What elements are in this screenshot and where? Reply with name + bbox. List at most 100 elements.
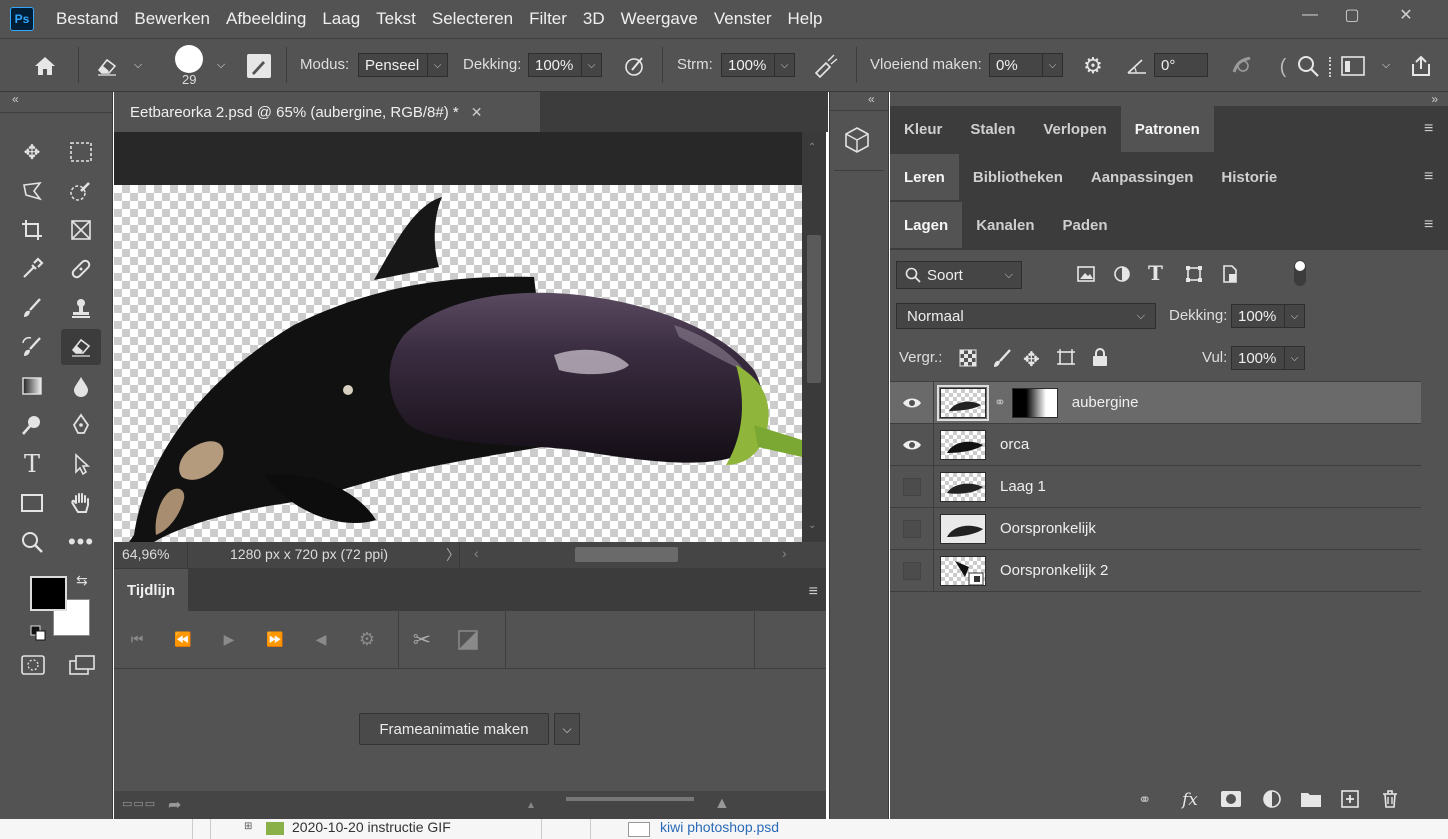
- create-frame-animation-button[interactable]: Frameanimatie maken: [359, 713, 549, 745]
- hand-tool-icon[interactable]: [61, 485, 101, 521]
- tab-lagen[interactable]: Lagen: [890, 202, 963, 248]
- zoom-in-mountain-icon[interactable]: ▲: [714, 795, 730, 813]
- audio-icon[interactable]: ◀: [298, 611, 344, 669]
- eyedropper-icon[interactable]: [12, 251, 52, 287]
- chevron-up-icon[interactable]: ⌃: [808, 142, 816, 153]
- menu-laag[interactable]: Laag: [314, 0, 368, 38]
- quick-mask-icon[interactable]: [20, 654, 46, 679]
- menu-bestand[interactable]: Bestand: [48, 0, 126, 38]
- chevron-down-icon[interactable]: ⌵: [554, 713, 580, 745]
- swap-colors-icon[interactable]: ⇆: [76, 572, 88, 589]
- lock-artboard-icon[interactable]: [1055, 347, 1077, 372]
- dekking-input[interactable]: 100% ⌵: [528, 53, 602, 77]
- rectangle-tool-icon[interactable]: [12, 485, 52, 521]
- collapse-dock-icon[interactable]: »: [1431, 92, 1438, 106]
- new-group-icon[interactable]: [1300, 790, 1322, 811]
- quick-selection-icon[interactable]: [61, 173, 101, 209]
- render-arrow-icon[interactable]: ➦: [168, 795, 181, 815]
- tab-patronen[interactable]: Patronen: [1120, 106, 1214, 152]
- menu-tekst[interactable]: Tekst: [368, 0, 424, 38]
- tab-historie[interactable]: Historie: [1207, 154, 1291, 200]
- frame-tool-icon[interactable]: [61, 212, 101, 248]
- stamp-tool-icon[interactable]: [61, 290, 101, 326]
- share-icon[interactable]: [1406, 51, 1436, 81]
- filter-pixel-icon[interactable]: [1076, 264, 1096, 287]
- layer-dekking-input[interactable]: 100% ⌵: [1231, 304, 1305, 328]
- marquee-tool-icon[interactable]: [61, 134, 101, 170]
- blend-mode-select[interactable]: Normaal ⌵: [896, 303, 1156, 329]
- timeline-settings-icon[interactable]: ⚙: [344, 611, 390, 669]
- home-icon[interactable]: [30, 51, 60, 81]
- panel-menu-icon[interactable]: ≡: [809, 583, 818, 601]
- eye-icon[interactable]: [890, 423, 934, 466]
- layer-filter-select[interactable]: Soort ⌵: [896, 261, 1022, 289]
- gear-icon[interactable]: ⚙: [1078, 51, 1108, 81]
- filter-toggle[interactable]: [1294, 260, 1306, 286]
- timeline-zoom-slider[interactable]: [566, 797, 694, 801]
- menu-help[interactable]: Help: [780, 0, 831, 38]
- visibility-toggle[interactable]: [890, 549, 934, 592]
- modus-select[interactable]: Penseel ⌵: [358, 53, 448, 77]
- menu-venster[interactable]: Venster: [706, 0, 780, 38]
- layer-thumbnail[interactable]: [940, 513, 986, 544]
- lasso-tool-icon[interactable]: [12, 173, 52, 209]
- lock-all-icon[interactable]: [1091, 347, 1109, 370]
- file-item[interactable]: kiwi photoshop.psd: [660, 819, 779, 835]
- close-icon[interactable]: ✕: [1385, 2, 1427, 28]
- brush-settings-icon[interactable]: [245, 52, 273, 80]
- brush-preview[interactable]: [175, 45, 203, 73]
- zoom-out-mountain-icon[interactable]: ▲: [526, 800, 536, 811]
- minimize-icon[interactable]: —: [1289, 2, 1331, 28]
- chevron-down-icon[interactable]: ⌵: [1378, 57, 1394, 73]
- layer-row-orca[interactable]: orca: [890, 423, 1421, 466]
- layer-thumbnail[interactable]: [937, 384, 989, 421]
- expand-tree-icon[interactable]: ⊞: [244, 821, 252, 832]
- convert-frames-icon[interactable]: ▭▭▭: [122, 797, 156, 810]
- tab-aanpassingen[interactable]: Aanpassingen: [1077, 154, 1208, 200]
- collapse-toolbar-icon[interactable]: «: [12, 92, 19, 106]
- filter-shape-icon[interactable]: [1184, 264, 1204, 287]
- 3d-panel-icon[interactable]: [844, 126, 870, 159]
- menu-filter[interactable]: Filter: [521, 0, 575, 38]
- panel-menu-icon[interactable]: ≡: [1424, 168, 1440, 186]
- airbrush-icon[interactable]: [810, 51, 840, 81]
- expand-panels-icon[interactable]: «: [868, 92, 875, 106]
- tab-kanalen[interactable]: Kanalen: [962, 202, 1048, 248]
- foreground-color-swatch[interactable]: [30, 576, 67, 611]
- tab-stalen[interactable]: Stalen: [956, 106, 1029, 152]
- more-tools-icon[interactable]: •••: [61, 524, 101, 560]
- search-icon[interactable]: [1294, 51, 1322, 81]
- visibility-toggle[interactable]: [890, 465, 934, 508]
- play-icon[interactable]: ▶: [206, 611, 252, 669]
- delete-layer-icon[interactable]: [1380, 789, 1400, 812]
- chevron-right-icon[interactable]: 〉: [446, 545, 460, 565]
- blur-tool-icon[interactable]: [61, 368, 101, 404]
- zoom-level[interactable]: 64,96%: [122, 546, 169, 562]
- pressure-opacity-icon[interactable]: [620, 51, 650, 81]
- layer-mask-thumbnail[interactable]: [1011, 387, 1058, 418]
- filter-adjustment-icon[interactable]: [1112, 264, 1132, 287]
- panel-menu-icon[interactable]: ≡: [1424, 120, 1440, 138]
- filter-type-icon[interactable]: T: [1148, 261, 1163, 285]
- layer-row-oorspronkelijk-2[interactable]: Oorspronkelijk 2: [890, 549, 1421, 592]
- strm-input[interactable]: 100% ⌵: [721, 53, 795, 77]
- menu-bewerken[interactable]: Bewerken: [126, 0, 218, 38]
- symmetry-icon[interactable]: [1228, 51, 1258, 81]
- dodge-tool-icon[interactable]: [12, 407, 52, 443]
- crop-tool-icon[interactable]: [12, 212, 52, 248]
- chain-link-icon[interactable]: ⚭: [994, 394, 1006, 411]
- new-layer-icon[interactable]: [1340, 789, 1360, 812]
- lock-transparent-icon[interactable]: [959, 349, 977, 370]
- maximize-icon[interactable]: ▢: [1331, 2, 1373, 28]
- chevron-down-icon[interactable]: ⌵: [130, 57, 146, 73]
- link-layers-icon[interactable]: ⚭: [1138, 790, 1166, 810]
- canvas-vertical-scrollbar[interactable]: ⌃ ⌄: [802, 132, 826, 542]
- move-tool-icon[interactable]: ✥: [12, 134, 52, 170]
- eraser-tool-icon[interactable]: [61, 329, 101, 365]
- healing-brush-icon[interactable]: [61, 251, 101, 287]
- first-frame-icon[interactable]: ⏮: [114, 611, 160, 669]
- chevron-right-icon[interactable]: ›: [782, 545, 787, 561]
- layer-thumbnail[interactable]: [940, 555, 986, 586]
- document-tab[interactable]: Eetbareorka 2.psd @ 65% (aubergine, RGB/…: [114, 92, 540, 132]
- angle-input[interactable]: 0°: [1154, 53, 1208, 77]
